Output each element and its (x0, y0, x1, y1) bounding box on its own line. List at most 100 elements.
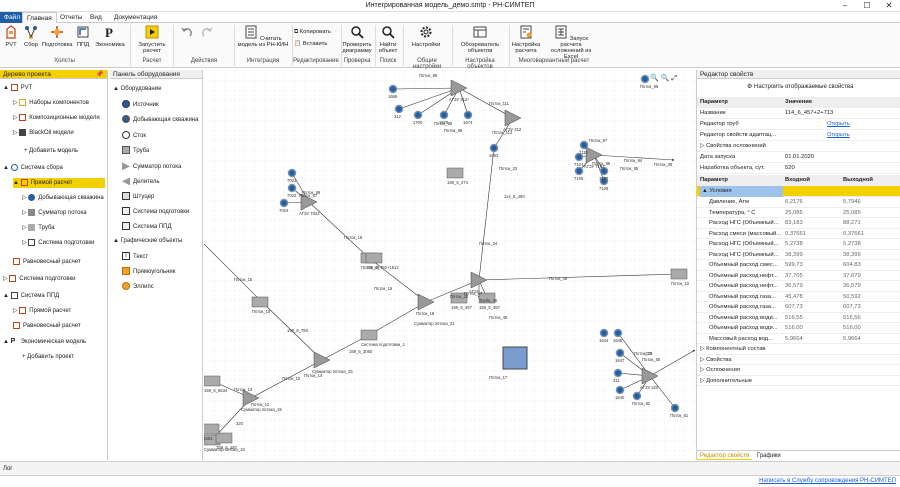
tree-item-blackoil-models[interactable]: ▷ BlackOil модели (13, 128, 74, 138)
palette-text[interactable]: T Текст (122, 252, 148, 264)
pipe-node[interactable] (251, 296, 269, 308)
ppd-canvas-button[interactable]: ППД (74, 25, 92, 48)
find-object-button[interactable]: Найти объект (376, 25, 400, 54)
pipe-node[interactable] (204, 423, 220, 435)
pvt-canvas-button[interactable]: РVT (2, 25, 20, 48)
well-node[interactable] (670, 403, 680, 413)
configure-properties-button[interactable]: ⚙ Настроить отображаемые свойства (747, 83, 854, 90)
property-group-row[interactable]: ▷ Свойства (697, 355, 900, 365)
graphics-section-header[interactable]: ▲ Графические объекты (113, 236, 182, 248)
palette-well[interactable]: Добывающая скважина (122, 115, 198, 127)
tree-item-ppd-direct-calc[interactable]: ▷ Прямой расчет (13, 306, 71, 316)
conditions-group-row[interactable]: ▲ Условия (697, 186, 900, 197)
tab-charts[interactable]: Графики (754, 453, 784, 459)
tab-view[interactable]: Вид (86, 12, 106, 23)
zoom-in-icon[interactable]: 🔍 (650, 75, 659, 82)
prep-system-node[interactable] (502, 346, 528, 370)
property-row[interactable]: Наработка объекта, сут. 520 (697, 163, 900, 174)
well-node[interactable] (640, 74, 650, 84)
settings-button[interactable]: Настройки (407, 25, 445, 48)
property-row[interactable]: Дата запуска 01.01.2020 (697, 152, 900, 163)
calculation-setup-button[interactable]: Настройка расчета (511, 25, 541, 54)
well-node[interactable] (615, 348, 625, 358)
palette-source[interactable]: Источник (122, 100, 159, 112)
well-node[interactable] (463, 110, 473, 120)
tree-item-direct-calc[interactable]: ▲ Прямой расчет (13, 178, 105, 188)
well-node[interactable] (632, 391, 642, 401)
minimize-button[interactable]: – (834, 0, 856, 12)
tab-documentation[interactable]: Документация (110, 12, 161, 23)
copy-button[interactable]: ⧉ Копировать (294, 29, 342, 35)
redo-button[interactable] (198, 25, 216, 42)
well-node[interactable] (279, 198, 289, 208)
well-node[interactable] (413, 110, 423, 120)
maximize-button[interactable]: ☐ (856, 0, 878, 12)
pipe-node[interactable] (365, 252, 383, 264)
tab-reports[interactable]: Отчеты (56, 12, 86, 23)
palette-sink[interactable]: Сток (122, 131, 146, 143)
well-node[interactable] (287, 183, 297, 193)
well-node[interactable] (489, 143, 499, 153)
gathering-canvas-button[interactable]: Сбор (21, 25, 41, 48)
property-row[interactable]: Название 114_6_457+2+713 (697, 108, 900, 119)
palette-divider[interactable]: Делитель (122, 177, 160, 189)
tree-item-prep-system[interactable]: ▷ Система подготовки (22, 238, 95, 248)
add-project-button[interactable]: + Добавить проект (22, 352, 74, 362)
undo-button[interactable] (178, 25, 196, 42)
tab-property-editor[interactable]: Редактор свойств (697, 453, 753, 460)
well-node[interactable] (439, 110, 449, 120)
property-value[interactable]: 01.01.2020 (785, 152, 897, 163)
pipe-node[interactable] (670, 268, 688, 280)
property-value[interactable]: Открыть (827, 130, 900, 141)
economics-canvas-button[interactable]: P Экономика (93, 25, 127, 48)
property-value[interactable]: 520 (785, 163, 897, 174)
tree-item-compositional-models[interactable]: ▷ Композиционные модели (13, 113, 100, 123)
object-browser-button[interactable]: Обозреватель объектов (454, 25, 506, 54)
property-row[interactable]: Редактор труб Открыть (697, 119, 900, 130)
palette-ellipse[interactable]: Эллипс (122, 282, 154, 294)
pipe-node[interactable] (215, 432, 233, 444)
palette-choke[interactable]: Штуцер (122, 192, 154, 204)
tree-item-ppd-equilibrium[interactable]: Равновесный расчет (13, 321, 81, 331)
read-model-button[interactable]: Считать модель из РН-КИН (237, 25, 289, 48)
well-node[interactable] (613, 328, 623, 338)
property-row[interactable]: Редактор свойств адаптац... Открыть (697, 130, 900, 141)
tree-item-equilibrium-calc[interactable]: Равновесный расчет (13, 257, 81, 267)
run-calculation-button[interactable]: Запустить расчет (134, 25, 170, 54)
fit-view-icon[interactable]: ⤢ (671, 75, 677, 82)
tree-item-pvt[interactable]: ▲ PVT (3, 83, 32, 93)
tree-item-ppd-system[interactable]: ▲ Система ППД (3, 291, 59, 301)
pipe-node[interactable] (360, 329, 378, 341)
pipe-node[interactable] (204, 375, 221, 387)
tree-item-pipe[interactable]: ▷ Труба (22, 223, 55, 233)
tree-item-economic-model[interactable]: ▲ P Экономическая модель (3, 337, 86, 347)
log-panel[interactable]: Лог (0, 461, 900, 475)
well-node[interactable] (599, 328, 609, 338)
file-menu[interactable]: Файл (0, 12, 24, 23)
add-model-button[interactable]: + Добавить модель (24, 146, 78, 156)
tree-item-gathering-system[interactable]: ▲ Система сбора (3, 163, 63, 173)
property-group-row[interactable]: ▷ Дополнительные (697, 376, 900, 386)
property-row[interactable]: ▷ Свойства осложнений (697, 141, 900, 152)
palette-summator[interactable]: Сумматор потока (122, 162, 181, 174)
zoom-out-icon[interactable]: 🔍 (661, 75, 670, 82)
tree-item-component-sets[interactable]: ▷ Наборы компонентов (13, 98, 89, 108)
well-node[interactable] (388, 84, 398, 94)
tree-item-flow-summator[interactable]: ▷ Сумматор потока (22, 208, 87, 218)
well-node[interactable] (287, 168, 297, 178)
tree-item-preparation-system[interactable]: ▷ Система подготовки (3, 274, 76, 284)
tab-main[interactable]: Главная (22, 12, 57, 23)
tree-item-well[interactable]: ▷ Добывающая скважина (22, 193, 104, 203)
property-value[interactable]: Открыть (827, 119, 900, 130)
pipe-node[interactable] (446, 167, 464, 179)
diagram-canvas[interactable]: 1666 1676 1674 1700 312 1663 7110 7101 7105 7107 7… (204, 70, 695, 460)
well-node[interactable] (615, 385, 625, 395)
palette-prep-system[interactable]: Система подготовки (122, 207, 189, 219)
property-group-row[interactable]: ▷ Компонентный состав (697, 344, 900, 355)
close-button[interactable]: ✕ (878, 0, 900, 12)
property-value[interactable]: 114_6_457+2+713 (785, 108, 897, 119)
paste-button[interactable]: 📋 Вставить (294, 41, 342, 47)
network-diagram[interactable]: 16661676 167417003121663711071017105 71077… (204, 70, 695, 460)
well-node[interactable] (613, 368, 623, 378)
equipment-section-header[interactable]: ▲ Оборудование (113, 84, 161, 96)
